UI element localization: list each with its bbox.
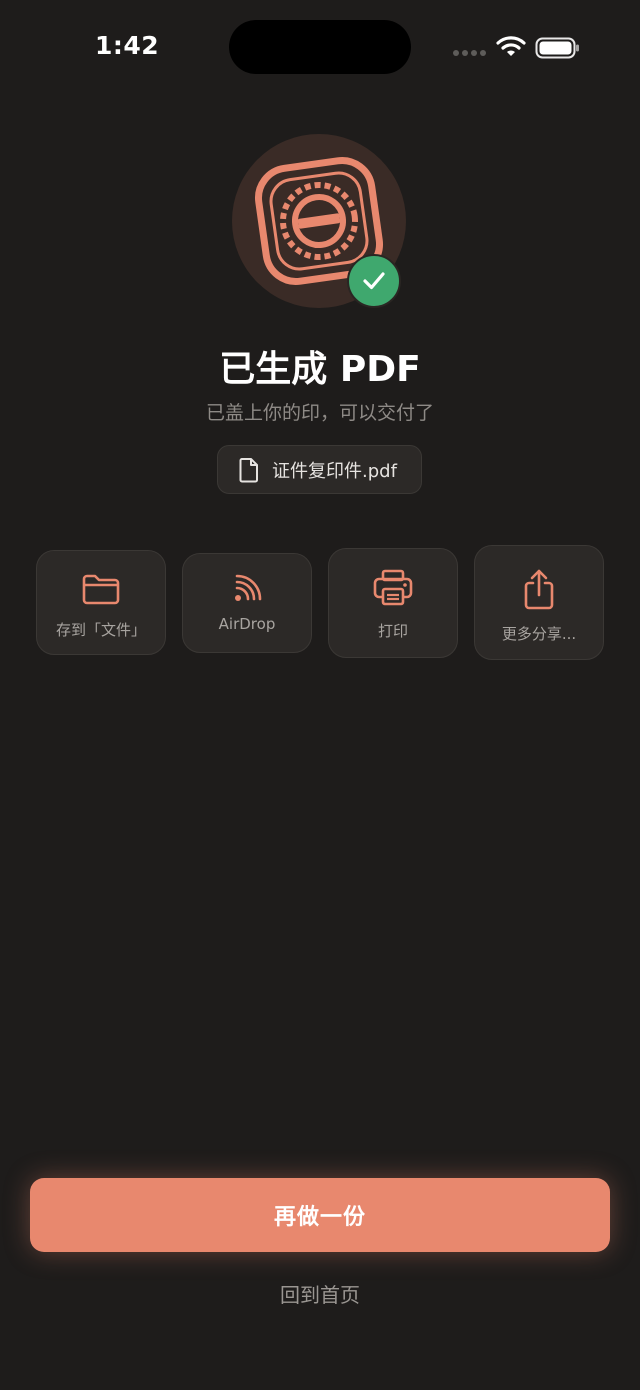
- page-title: 已生成 PDF: [219, 349, 421, 390]
- status-bar: 1:42: [0, 0, 640, 96]
- printer-icon: [373, 569, 413, 606]
- status-time: 1:42: [95, 31, 160, 60]
- cellular-signal-icon: [453, 50, 486, 56]
- wifi-icon: [496, 36, 526, 56]
- airdrop-label: AirDrop: [218, 615, 276, 633]
- more-share-label: 更多分享...: [501, 625, 577, 643]
- make-another-button[interactable]: 再做一份: [30, 1178, 610, 1252]
- airdrop-icon: [235, 574, 262, 601]
- save-to-files-label: 存到「文件」: [55, 621, 146, 639]
- document-icon: [239, 457, 258, 482]
- file-name: 证件复印件.pdf: [272, 460, 397, 482]
- save-to-files-button[interactable]: 存到「文件」: [36, 550, 166, 655]
- file-chip[interactable]: 证件复印件.pdf: [217, 445, 422, 494]
- checkmark-icon: [363, 272, 385, 290]
- more-share-button[interactable]: 更多分享...: [474, 545, 604, 660]
- dynamic-island: [229, 20, 411, 74]
- share-icon: [524, 569, 554, 610]
- stamp-success-illustration: [232, 134, 408, 310]
- page-subtitle: 已盖上你的印，可以交付了: [205, 402, 434, 424]
- airdrop-button[interactable]: AirDrop: [182, 553, 312, 653]
- success-badge: [347, 254, 401, 308]
- print-label: 打印: [377, 622, 408, 640]
- print-button[interactable]: 打印: [328, 548, 458, 658]
- back-to-home-link[interactable]: 回到首页: [0, 1279, 640, 1308]
- folder-icon: [82, 574, 120, 605]
- battery-icon: [535, 37, 579, 59]
